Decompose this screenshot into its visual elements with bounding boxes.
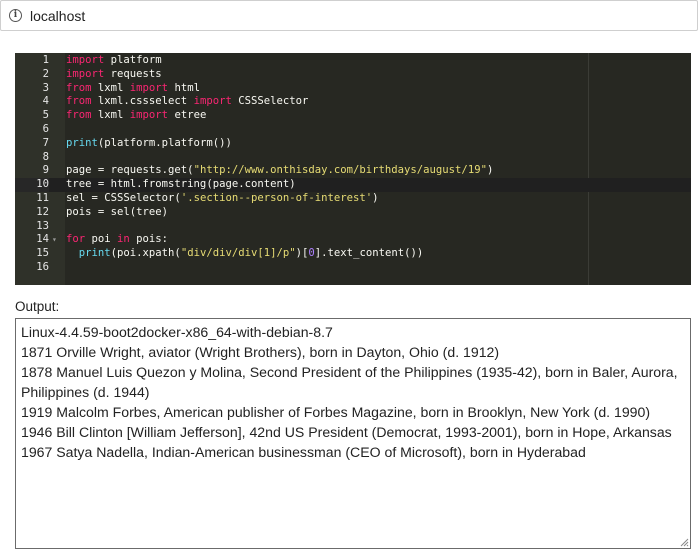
- line-number: 8: [42, 150, 49, 163]
- code-line[interactable]: 1 import platform: [15, 54, 691, 68]
- code-text: sel = CSSSelector('.section--person-of-i…: [66, 192, 379, 206]
- code-token: lxml: [91, 81, 130, 94]
- code-text: pois = sel(tree): [66, 206, 168, 220]
- line-number: 2: [42, 67, 49, 80]
- address-bar[interactable]: i localhost: [0, 0, 698, 31]
- code-token: platform: [104, 54, 162, 66]
- code-text: import requests: [66, 68, 162, 82]
- code-token: (platform.platform()): [97, 136, 232, 149]
- code-text: import platform: [66, 54, 162, 68]
- line-number: 5: [42, 109, 49, 122]
- code-text: from lxml import html: [66, 82, 200, 96]
- code-token: CSSSelector: [231, 95, 309, 108]
- code-text: print(poi.xpath("div/div/div[1]/p")[0].t…: [66, 247, 423, 261]
- code-token: html: [168, 81, 200, 94]
- code-line[interactable]: 11 sel = CSSSelector('.section--person-of…: [15, 192, 691, 206]
- code-line[interactable]: 15 print(poi.xpath("div/div/div[1]/p")[0…: [15, 247, 691, 261]
- line-number: 3: [42, 81, 49, 94]
- line-number: 7: [42, 136, 49, 149]
- code-line[interactable]: 7 print(platform.platform()): [15, 137, 691, 151]
- code-token: for: [66, 233, 86, 246]
- code-token: from: [66, 81, 92, 94]
- code-token: print: [66, 136, 98, 149]
- code-text: page = requests.get("http://www.onthisda…: [66, 164, 493, 178]
- code-token: ].text_content()): [314, 247, 424, 260]
- line-number: 15: [36, 247, 49, 260]
- code-line[interactable]: 13: [15, 220, 691, 234]
- code-token: requests: [104, 67, 162, 80]
- code-token: )[: [295, 247, 309, 260]
- code-line[interactable]: 8: [15, 151, 691, 165]
- line-number: 4: [42, 95, 49, 108]
- code-line[interactable]: 10 tree = html.fromstring(page.content): [15, 178, 691, 192]
- code-token: pois = sel(tree): [66, 205, 169, 218]
- line-number: 14: [36, 233, 49, 246]
- code-token: sel = CSSSelector(: [66, 191, 181, 204]
- code-text: for poi in pois:: [66, 233, 168, 247]
- code-token: (poi.xpath(: [110, 247, 181, 260]
- code-token: from: [66, 95, 92, 108]
- code-token: lxml: [91, 109, 130, 122]
- code-token: pois:: [129, 233, 169, 246]
- line-number: 13: [36, 219, 49, 232]
- code-lines[interactable]: 1 import platform 2 import requests 3 from lx…: [15, 53, 691, 275]
- code-line[interactable]: 12 pois = sel(tree): [15, 206, 691, 220]
- line-number: 16: [36, 260, 49, 273]
- code-text: from lxml import etree: [66, 109, 206, 123]
- code-token: "div/div/div[1]/p": [180, 247, 296, 260]
- code-line[interactable]: 4 from lxml.cssselect import CSSSelector: [15, 95, 691, 109]
- line-number: 6: [42, 122, 49, 135]
- code-text: tree = html.fromstring(page.content): [66, 178, 296, 192]
- code-token: ): [486, 164, 494, 177]
- line-number: 11: [36, 191, 49, 204]
- code-token: import: [66, 54, 105, 66]
- code-line[interactable]: 2 import requests: [15, 68, 691, 82]
- code-token: "http://www.onthisday.com/birthdays/augu…: [193, 164, 487, 177]
- output-line: 1878 Manuel Luis Quezon y Molina, Second…: [21, 364, 678, 380]
- code-token: lxml.cssselect: [91, 95, 194, 108]
- line-number: 12: [36, 205, 49, 218]
- code-token: in: [117, 233, 130, 246]
- output-line: 1967 Satya Nadella, Indian-American busi…: [21, 444, 586, 460]
- output-line: 1871 Orville Wright, aviator (Wright Bro…: [21, 344, 500, 360]
- code-line[interactable]: 3 from lxml import html: [15, 82, 691, 96]
- output-line: Linux-4.4.59-boot2docker-x86_64-with-deb…: [21, 324, 333, 340]
- code-token: etree: [168, 109, 207, 122]
- code-line[interactable]: 16: [15, 261, 691, 275]
- code-token: '.section--person-of-interest': [180, 191, 373, 204]
- code-line[interactable]: 5 from lxml import etree: [15, 109, 691, 123]
- code-line[interactable]: 14 ▾ for poi in pois:: [15, 233, 691, 247]
- output-line: 1919 Malcolm Forbes, American publisher …: [21, 404, 651, 420]
- code-token: page = requests.get(: [66, 164, 194, 177]
- url-text[interactable]: localhost: [30, 8, 85, 24]
- output-label: Output:: [15, 299, 60, 314]
- code-text: from lxml.cssselect import CSSSelector: [66, 95, 308, 109]
- output-textarea[interactable]: Linux-4.4.59-boot2docker-x86_64-with-deb…: [15, 318, 691, 549]
- resize-grip-icon[interactable]: [679, 537, 689, 547]
- output-line: 1946 Bill Clinton [William Jefferson], 4…: [21, 424, 672, 440]
- code-token: import: [129, 81, 169, 94]
- code-line[interactable]: 9 page = requests.get("http://www.onthisd…: [15, 164, 691, 178]
- output-line: Philippines (d. 1944): [21, 384, 150, 400]
- code-token: import: [129, 109, 169, 122]
- line-number: 9: [42, 164, 49, 177]
- line-number: 10: [15, 178, 49, 192]
- code-token: tree = html.fromstring(page.content): [66, 178, 296, 191]
- line-number: 1: [42, 54, 49, 66]
- code-token: poi: [85, 233, 118, 246]
- info-icon[interactable]: i: [9, 9, 22, 22]
- code-text: print(platform.platform()): [66, 137, 232, 151]
- code-line[interactable]: 6: [15, 123, 691, 137]
- fold-arrow-icon[interactable]: ▾: [52, 233, 57, 247]
- code-token: ): [372, 191, 379, 204]
- code-token: import: [193, 95, 232, 108]
- code-token: print: [78, 247, 111, 260]
- code-token: from: [66, 109, 92, 122]
- code-editor[interactable]: 1 import platform 2 import requests 3 from lx…: [15, 53, 691, 285]
- code-token: import: [66, 67, 105, 80]
